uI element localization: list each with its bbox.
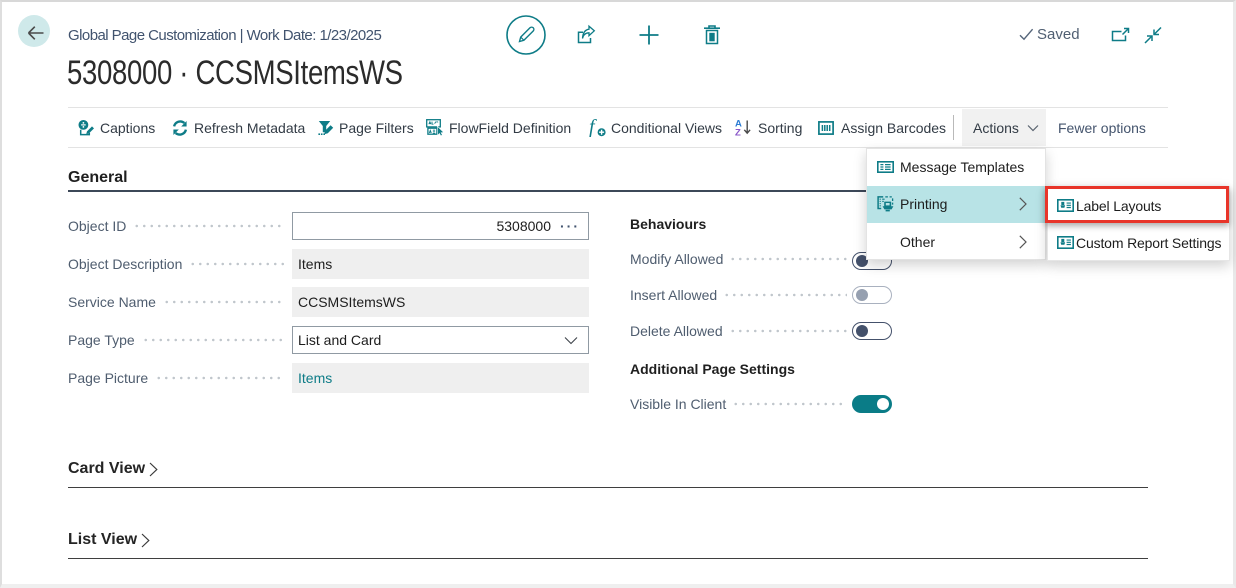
svg-text:f: f xyxy=(589,119,597,137)
svg-text:Z: Z xyxy=(735,128,741,137)
